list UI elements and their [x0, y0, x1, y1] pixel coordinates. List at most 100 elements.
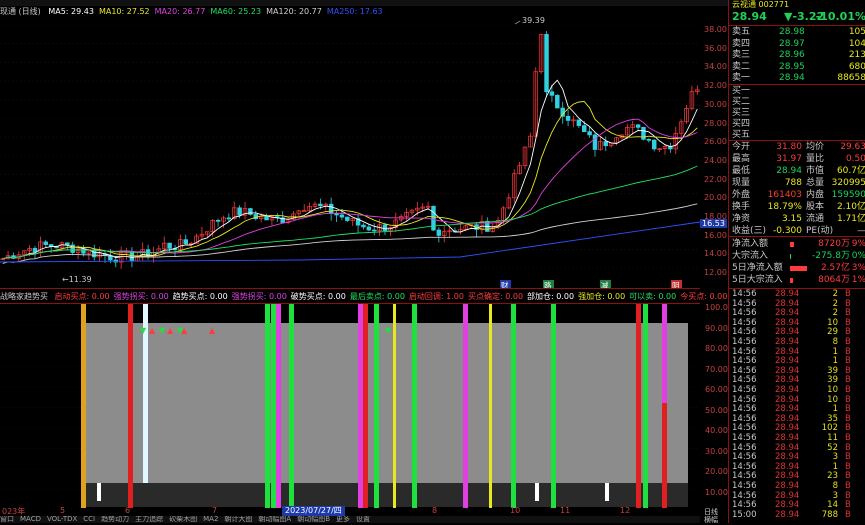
indicator-legend-item: 破势买点: 0.00	[290, 292, 346, 301]
price-axis-tick: 26.00	[704, 137, 727, 147]
candle-body	[226, 217, 232, 220]
ma-legend-item: MA250: 17.63	[326, 7, 383, 16]
signal-arrow: ▼	[385, 326, 392, 335]
flow-label: 净流入额	[732, 239, 769, 249]
indicator-tab[interactable]: MACD	[20, 516, 41, 523]
ma-legend: 现通 (日线) MA5: 29.43 MA10: 27.52 MA20: 26.77…	[0, 6, 393, 17]
price-axis-tick: 24.00	[704, 155, 727, 165]
flow-bar	[790, 254, 791, 259]
ask-volume: 213	[848, 50, 865, 60]
stat-value: 29.63	[840, 142, 865, 152]
candle-body	[366, 226, 372, 231]
indicator-tab[interactable]: 主力追踪	[135, 516, 163, 523]
signal-bar	[374, 303, 379, 508]
date-axis-tick: 8	[432, 506, 438, 515]
signal-arrow: ▲	[167, 326, 174, 335]
event-marker[interactable]: 路	[544, 280, 552, 289]
indicator-legend-item: 强加仓: 0.00	[578, 292, 626, 301]
indicator-legend-item: 最后卖点: 0.00	[349, 292, 405, 301]
indicator-axis-tick: 90.00	[705, 323, 728, 333]
date-badge: 2023/07/27/四	[282, 506, 345, 516]
candle-body	[328, 203, 334, 214]
candle-body	[183, 239, 189, 245]
indicator-tab[interactable]: 朝计大图	[224, 516, 252, 523]
stat-label: 市值	[806, 166, 825, 176]
signal-bar	[551, 303, 556, 508]
indicator-legend-item: 趋势买点: 0.00	[172, 292, 228, 301]
indicator-tabs[interactable]: 窗口 MACD VOL-TDX CCI 趋势动力 主力追踪 砍柴木图 MA2 朝计大图 朝动幅图A…	[0, 516, 700, 523]
signal-bar	[643, 303, 648, 508]
ma-line	[2, 79, 698, 260]
stat-label: 均价	[806, 142, 825, 152]
indicator-legend-item: 强势拐买: 0.00	[231, 292, 287, 301]
event-marker[interactable]: 阴	[672, 281, 680, 289]
stat-value: 159590	[831, 190, 865, 200]
indicator-chart[interactable]: ▼ ▲ ▼ ▲ ▼▲ ▲ ▼ ▼	[0, 303, 700, 508]
indicator-tab[interactable]: 更多	[336, 516, 350, 523]
indicator-tab[interactable]: 朝动幅图A	[258, 516, 291, 523]
candle-body	[345, 216, 350, 221]
indicator-tab[interactable]: 朝动幅图B	[297, 516, 330, 523]
stat-label: 流通	[806, 214, 825, 224]
signal-bar	[463, 303, 468, 508]
signal-bar	[393, 303, 396, 508]
candle-body	[237, 207, 242, 216]
indicator-axis-tick: 30.00	[705, 446, 728, 456]
date-axis-tick: 5	[60, 506, 66, 515]
indicator-tab[interactable]: 设置	[356, 516, 370, 523]
stat-value: 1.71亿	[836, 214, 865, 224]
indicator-tab[interactable]: 窗口	[0, 516, 14, 523]
ask-label: 卖一	[732, 73, 751, 83]
tick-side: B	[845, 509, 851, 520]
indicator-tab[interactable]: CCI	[83, 516, 95, 523]
candle-body	[334, 213, 339, 216]
signal-arrow: ▼	[159, 326, 166, 335]
ma-line	[2, 101, 698, 260]
signal-bar	[271, 303, 276, 508]
candle-body	[576, 119, 582, 126]
signal-arrow: ▲	[181, 326, 188, 335]
tick-time: 15:00	[732, 509, 757, 520]
signal-bar	[363, 303, 368, 508]
date-axis-tick: 7	[212, 506, 218, 515]
indicator-tab[interactable]: 趋势动力	[101, 516, 129, 523]
candle-body	[544, 33, 549, 93]
ask-price: 28.95	[779, 61, 805, 72]
indicator-axis-tick: 70.00	[705, 364, 728, 374]
flow-label: 5日大宗流入	[732, 275, 783, 285]
tick-volume: 788	[821, 509, 838, 520]
stat-value: 788	[784, 178, 802, 188]
stat-label: 总量	[806, 178, 825, 188]
indicator-tab[interactable]: VOL-TDX	[47, 516, 77, 523]
price-axis: 38.00 36.00 34.00 32.00 30.00 28.00 26.00 24.00…	[700, 17, 728, 289]
flow-pct: 0%	[851, 251, 865, 261]
signal-bar	[605, 483, 609, 501]
signal-bar	[662, 403, 667, 508]
ask-label: 卖五	[732, 27, 751, 37]
ask-price: 28.94	[779, 73, 805, 83]
indicator-axis-tick: 80.00	[705, 344, 728, 353]
indicator-band	[84, 323, 688, 483]
stat-value: 31.80	[776, 142, 802, 152]
price-axis-tick: 36.00	[704, 43, 727, 53]
indicator-title: 战略家趋势买 启动买点: 0.00 强势拐买: 0.00 趋势买点: 0.00 强势拐…	[0, 291, 794, 303]
stat-value: 161403	[767, 190, 802, 200]
flow-bar	[790, 278, 793, 283]
ask-row: 卖四 28.97 104	[732, 38, 865, 50]
stat-value: 320995	[831, 178, 865, 188]
flow-bar	[790, 242, 794, 247]
candle-body	[549, 91, 555, 96]
event-marker[interactable]: 减	[601, 280, 609, 289]
stat-label: 现量	[732, 178, 751, 188]
ma-legend-item: MA20: 26.77	[154, 7, 206, 16]
price-axis-tick: 34.00	[704, 62, 727, 72]
indicator-axis-tick: 60.00	[705, 385, 728, 394]
indicator-tab[interactable]: 砍柴木图	[169, 516, 197, 523]
candle-body	[361, 224, 366, 228]
panel-header: 云视通 002771	[732, 0, 790, 9]
side-label[interactable]: 横幅	[704, 515, 718, 525]
indicator-tab[interactable]: MA2	[203, 516, 218, 523]
flow-value: 8720万	[818, 239, 850, 249]
event-marker[interactable]: 财	[501, 280, 509, 289]
candlestick-chart[interactable]: 39.39 ←11.39 财 路 减 阴	[0, 17, 700, 289]
